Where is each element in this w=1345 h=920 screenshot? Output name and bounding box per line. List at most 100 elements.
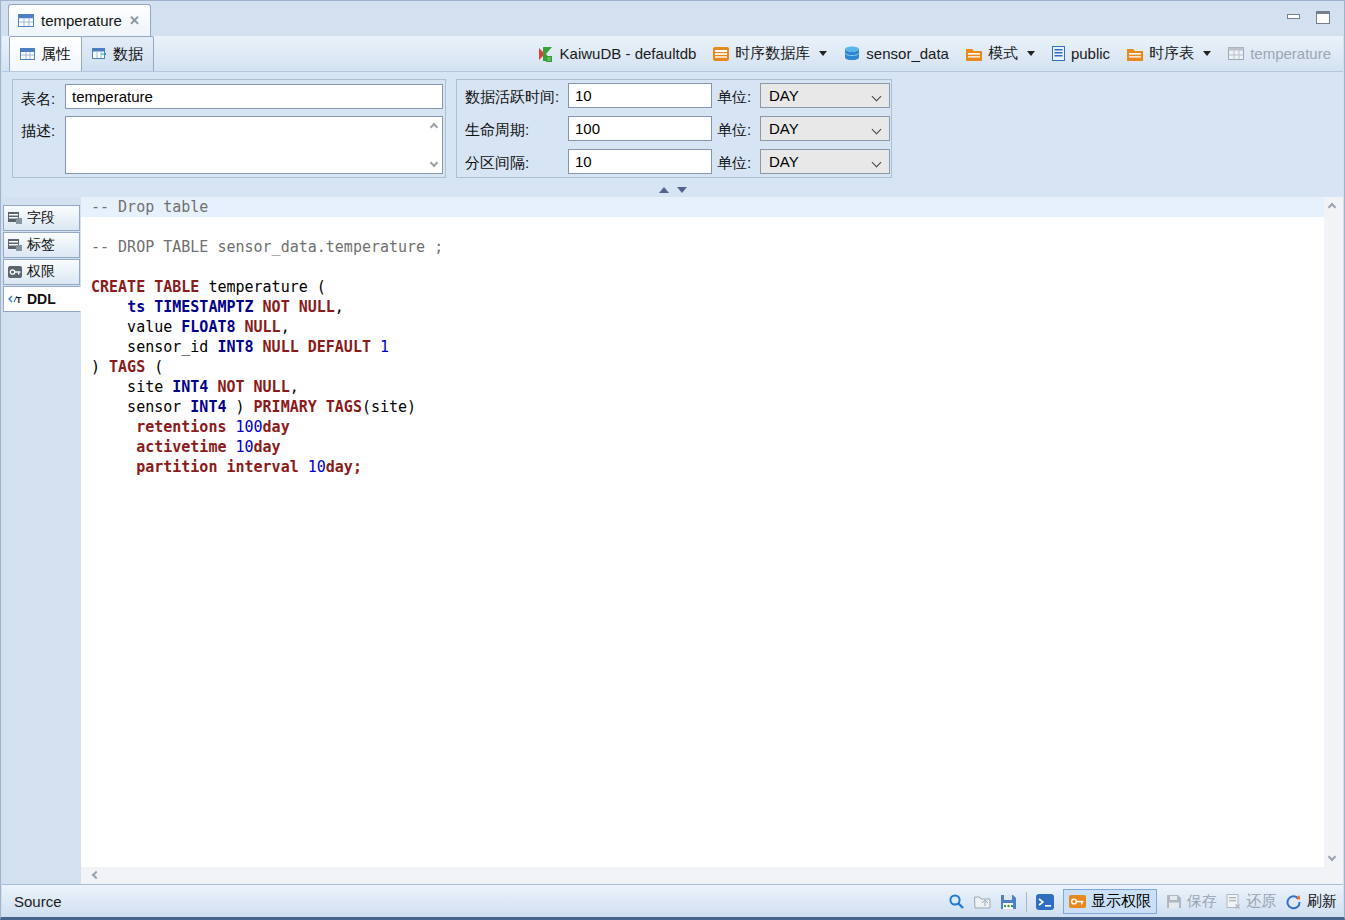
ddl-icon: T <box>8 293 22 305</box>
unit-label-2: 单位: <box>717 121 751 140</box>
time-group: 数据活跃时间: 单位: DAY 生命周期: 单位: DAY 分区间隔: 单位: … <box>456 79 892 178</box>
key-icon <box>8 266 22 278</box>
collapse-up-icon[interactable] <box>659 187 669 193</box>
toolbar: 属性 数据 KaiwuDB - defaultdb 时序数据库 <box>2 36 1343 71</box>
save-to-file-icon[interactable] <box>1000 894 1017 910</box>
revert-icon <box>1226 894 1241 909</box>
refresh-button[interactable]: 刷新 <box>1285 892 1337 911</box>
chevron-down-icon[interactable] <box>819 51 827 56</box>
breadcrumb-dbtype-label: 时序数据库 <box>735 44 810 63</box>
chevron-down-icon[interactable] <box>1203 51 1211 56</box>
permission-key-icon <box>1069 895 1086 908</box>
active-time-label: 数据活跃时间: <box>465 88 559 107</box>
active-time-unit-select[interactable]: DAY <box>760 83 890 108</box>
properties-icon <box>20 48 35 60</box>
breadcrumb-dbtype[interactable]: 时序数据库 <box>713 44 827 63</box>
breadcrumb-table: temperature <box>1228 45 1331 62</box>
sidebar-item-ddl-label: DDL <box>27 291 56 307</box>
collapse-down-icon[interactable] <box>677 187 687 193</box>
name-group: 表名: 描述: <box>12 79 446 178</box>
app-window: temperature ✕ 属性 数据 <box>0 0 1345 920</box>
table-name-label: 表名: <box>21 90 55 109</box>
sidebar-item-tags[interactable]: 标签 <box>3 232 80 258</box>
chevron-down-icon <box>872 158 882 168</box>
search-icon[interactable] <box>948 893 965 910</box>
show-permission-label: 显示权限 <box>1091 892 1151 911</box>
lifecycle-unit-select[interactable]: DAY <box>760 116 890 141</box>
breadcrumb-database[interactable]: sensor_data <box>844 45 949 62</box>
description-label: 描述: <box>21 122 55 141</box>
chevron-down-icon[interactable] <box>1027 51 1035 56</box>
sidebar-item-permissions-label: 权限 <box>27 263 55 281</box>
status-source-label: Source <box>14 893 62 910</box>
unit-label-1: 单位: <box>717 88 751 107</box>
breadcrumb-connection-label: KaiwuDB - defaultdb <box>560 45 697 62</box>
sidebar-item-permissions[interactable]: 权限 <box>3 259 80 285</box>
save-icon <box>1166 894 1182 909</box>
tab-properties-label: 属性 <box>41 45 71 64</box>
minimize-view-icon[interactable] <box>1287 14 1300 19</box>
breadcrumb-table-label: temperature <box>1250 45 1331 62</box>
tags-icon <box>8 239 22 251</box>
horizontal-scrollbar[interactable] <box>81 867 1326 885</box>
terminal-icon[interactable] <box>1036 894 1054 910</box>
tab-temperature[interactable]: temperature ✕ <box>8 4 151 36</box>
fields-icon <box>8 212 22 224</box>
tab-properties[interactable]: 属性 <box>9 36 82 71</box>
ddl-editor[interactable]: -- Drop table -- DROP TABLE sensor_data.… <box>81 197 1326 867</box>
sidebar-item-fields[interactable]: 字段 <box>3 205 80 231</box>
unit-value-2: DAY <box>769 120 799 137</box>
unit-label-3: 单位: <box>717 154 751 173</box>
scroll-corner <box>1324 867 1343 885</box>
editor-tabbar: temperature ✕ <box>1 1 1344 36</box>
open-file-icon[interactable] <box>974 894 991 909</box>
scroll-down-icon[interactable] <box>1328 853 1336 861</box>
table-icon-gray <box>1228 47 1244 60</box>
breadcrumb-tabletype-label: 时序表 <box>1149 44 1194 63</box>
partition-unit-select[interactable]: DAY <box>760 149 890 174</box>
sash-collapse-control[interactable] <box>2 183 1343 197</box>
active-time-input[interactable] <box>568 83 712 108</box>
scroll-down-icon[interactable] <box>430 159 438 167</box>
data-grid-icon <box>92 48 107 60</box>
lifecycle-label: 生命周期: <box>465 121 529 140</box>
scroll-up-icon[interactable] <box>430 123 438 131</box>
tab-data[interactable]: 数据 <box>81 36 154 71</box>
breadcrumb-schema[interactable]: public <box>1052 45 1110 62</box>
breadcrumb-schematype-label: 模式 <box>988 44 1018 63</box>
database-icon <box>844 46 860 61</box>
breadcrumb-tabletype[interactable]: 时序表 <box>1127 44 1211 63</box>
sidebar-item-fields-label: 字段 <box>27 209 55 227</box>
table-name-input[interactable] <box>65 84 443 109</box>
partition-input[interactable] <box>568 149 712 174</box>
tab-title: temperature <box>41 12 122 29</box>
description-textarea[interactable] <box>65 116 443 174</box>
chevron-down-icon <box>872 125 882 135</box>
maximize-view-icon[interactable] <box>1316 11 1330 24</box>
scroll-up-icon[interactable] <box>1328 203 1336 211</box>
breadcrumb-database-label: sensor_data <box>866 45 949 62</box>
unit-value-1: DAY <box>769 87 799 104</box>
save-button: 保存 <box>1166 892 1217 911</box>
ts-database-folder-icon <box>713 47 729 61</box>
table-properties-form: 表名: 描述: 数据活跃时间: 单位: DAY 生命周期: 单位: DAY 分区… <box>2 71 1343 197</box>
ts-table-folder-icon <box>1127 47 1143 61</box>
refresh-label: 刷新 <box>1307 892 1337 911</box>
lifecycle-input[interactable] <box>568 116 712 141</box>
partition-label: 分区间隔: <box>465 154 529 173</box>
vertical-scrollbar[interactable] <box>1324 197 1343 867</box>
tab-data-label: 数据 <box>113 45 143 64</box>
schema-folder-icon <box>966 47 982 61</box>
sidebar-item-ddl[interactable]: T DDL <box>3 286 81 312</box>
save-label: 保存 <box>1187 892 1217 911</box>
breadcrumb-schematype[interactable]: 模式 <box>966 44 1035 63</box>
breadcrumb: KaiwuDB - defaultdb 时序数据库 sensor_data <box>537 36 1331 71</box>
breadcrumb-connection[interactable]: KaiwuDB - defaultdb <box>537 45 697 62</box>
unit-value-3: DAY <box>769 153 799 170</box>
table-icon <box>18 14 34 27</box>
show-permission-button[interactable]: 显示权限 <box>1063 889 1157 914</box>
scroll-left-icon[interactable] <box>92 871 100 879</box>
close-tab-icon[interactable]: ✕ <box>129 13 140 28</box>
status-bar: Source 显示权限 <box>2 884 1343 917</box>
refresh-icon <box>1285 894 1302 910</box>
